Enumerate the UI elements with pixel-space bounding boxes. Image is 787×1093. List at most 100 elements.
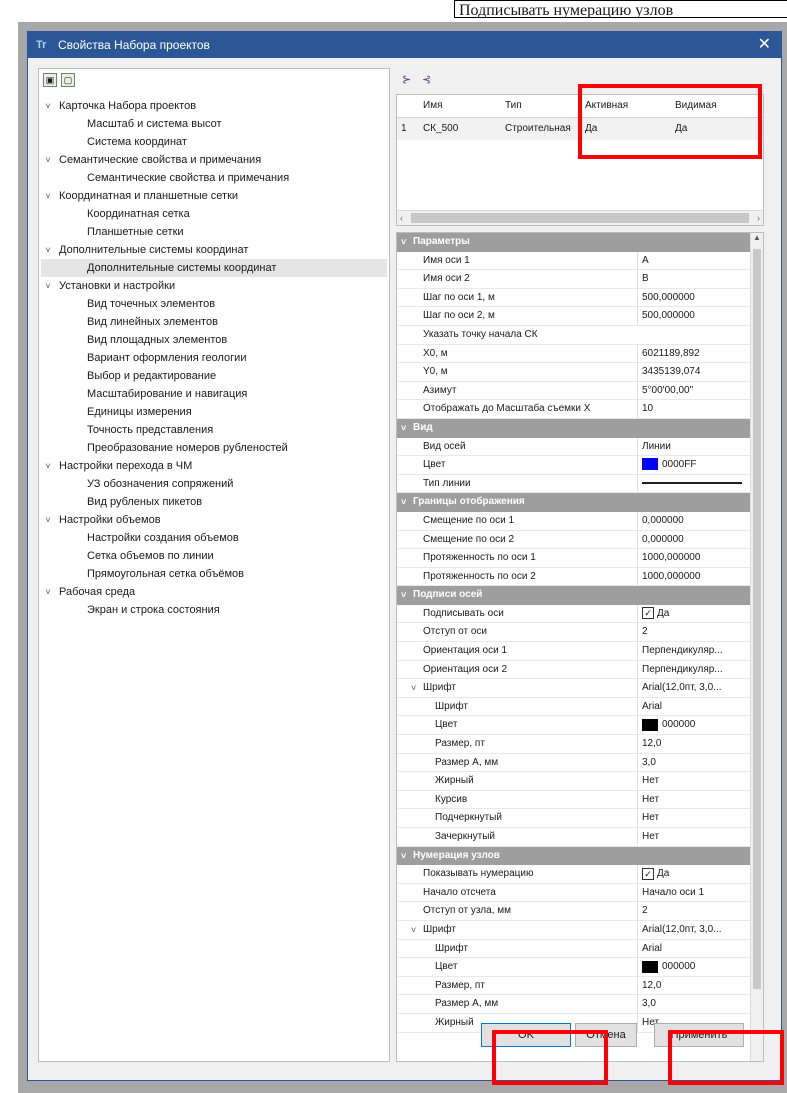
property-row[interactable]: Курсив Нет xyxy=(397,790,763,810)
property-row[interactable]: Шаг по оси 1, м 500,000000 xyxy=(397,288,763,308)
property-row[interactable]: Отступ от оси 2 xyxy=(397,623,763,643)
checkbox[interactable]: ✓ xyxy=(642,867,654,880)
property-value[interactable]: Начало оси 1 xyxy=(637,883,749,902)
property-value[interactable]: 000000 xyxy=(637,716,749,735)
tree-item[interactable]: Планшетные сетки xyxy=(41,223,387,241)
property-value[interactable]: Arial(12,0пт, 3,0... xyxy=(637,679,749,698)
chevron-down-icon[interactable]: ˅ xyxy=(43,151,53,169)
property-row[interactable]: Шрифт Arial xyxy=(397,697,763,717)
tree-item[interactable]: Вид рубленых пикетов xyxy=(41,493,387,511)
property-row[interactable]: ˅ Шрифт Arial(12,0пт, 3,0... xyxy=(397,920,763,940)
property-row[interactable]: X0, м 6021189,892 xyxy=(397,344,763,364)
tree-item[interactable]: Точность представления xyxy=(41,421,387,439)
property-value[interactable]: 3435139,074 xyxy=(637,363,749,382)
property-value[interactable]: Перпендикуляр... xyxy=(637,642,749,661)
chevron-down-icon[interactable]: ˅ xyxy=(401,493,406,511)
property-value[interactable]: Нет xyxy=(637,809,749,828)
chevron-down-icon[interactable]: ˅ xyxy=(43,511,53,529)
tree-item[interactable]: Семантические свойства и примечания xyxy=(41,169,387,187)
property-value[interactable]: Arial xyxy=(637,697,749,716)
chevron-down-icon[interactable]: ˅ xyxy=(411,921,416,939)
property-row[interactable]: ˅ Шрифт Arial(12,0пт, 3,0... xyxy=(397,679,763,698)
property-row[interactable]: Имя оси 1 A xyxy=(397,251,763,271)
tree-group[interactable]: ˅ Установки и настройки xyxy=(41,277,387,295)
cell-name[interactable]: СК_500 xyxy=(419,118,501,140)
cell-type[interactable]: Строительная xyxy=(501,118,581,140)
tree-item[interactable]: Настройки создания объемов xyxy=(41,529,387,547)
tree-item[interactable]: Единицы измерения xyxy=(41,403,387,421)
expand-all-icon[interactable]: ▣ xyxy=(43,73,57,87)
property-value[interactable]: 2 xyxy=(637,902,749,921)
property-row[interactable]: Указать точку начала СК xyxy=(397,326,763,345)
tree-group[interactable]: ˅ Настройки объемов xyxy=(41,511,387,529)
scroll-thumb[interactable] xyxy=(411,213,749,223)
property-row[interactable]: Отступ от узла, мм 2 xyxy=(397,902,763,921)
tree-item[interactable]: Масштаб и система высот xyxy=(41,115,387,133)
tree-item[interactable]: Сетка объемов по линии xyxy=(41,547,387,565)
property-value[interactable]: 500,000000 xyxy=(637,288,749,307)
property-row[interactable]: Шрифт Arial xyxy=(397,939,763,959)
property-value[interactable]: 10 xyxy=(637,400,749,419)
property-row[interactable]: Смещение по оси 1 0,000000 xyxy=(397,511,763,531)
property-value[interactable]: 3,0 xyxy=(637,753,749,772)
horizontal-scrollbar[interactable]: ‹ › xyxy=(397,210,763,225)
tree-item[interactable]: УЗ обозначения сопряжений xyxy=(41,475,387,493)
tree-item[interactable]: Координатная сетка xyxy=(41,205,387,223)
property-value[interactable]: 3,0 xyxy=(637,995,749,1014)
tree-item[interactable]: Вариант оформления геологии xyxy=(41,349,387,367)
property-row[interactable]: Зачеркнутый Нет xyxy=(397,828,763,847)
property-value[interactable]: Arial xyxy=(637,939,749,958)
color-swatch[interactable] xyxy=(642,458,658,471)
property-value[interactable]: 0,000000 xyxy=(637,530,749,549)
chevron-down-icon[interactable]: ˅ xyxy=(43,187,53,205)
chevron-down-icon[interactable]: ˅ xyxy=(43,97,53,115)
property-section[interactable]: ˅ Границы отображения xyxy=(397,493,763,512)
tree-item[interactable]: Система координат xyxy=(41,133,387,151)
column-header[interactable]: Имя xyxy=(419,95,501,117)
property-value[interactable]: Arial(12,0пт, 3,0... xyxy=(637,920,749,939)
column-header[interactable]: Тип xyxy=(501,95,581,117)
property-row[interactable]: Отображать до Масштаба съемки X 10 xyxy=(397,400,763,419)
property-row[interactable]: Цвет 000000 xyxy=(397,716,763,736)
property-row[interactable]: Подчеркнутый Нет xyxy=(397,809,763,828)
property-section[interactable]: ˅ Нумерация узлов xyxy=(397,846,763,866)
chevron-down-icon[interactable]: ˅ xyxy=(43,277,53,295)
property-value[interactable]: 0000FF xyxy=(637,456,749,475)
property-value[interactable]: Нет xyxy=(637,828,749,846)
property-row[interactable]: Цвет 0000FF xyxy=(397,456,763,475)
tree-group[interactable]: ˅ Дополнительные системы координат xyxy=(41,241,387,259)
scroll-up-icon[interactable]: ▲ xyxy=(751,233,763,242)
color-swatch[interactable] xyxy=(642,960,658,973)
chevron-down-icon[interactable]: ˅ xyxy=(401,586,406,604)
property-row[interactable]: Ориентация оси 2 Перпендикуляр... xyxy=(397,660,763,680)
tree-item[interactable]: Выбор и редактирование xyxy=(41,367,387,385)
property-row[interactable]: Вид осей Линии xyxy=(397,437,763,457)
property-value[interactable]: Нет xyxy=(637,790,749,809)
chevron-down-icon[interactable]: ˅ xyxy=(401,847,406,865)
property-row[interactable]: Y0, м 3435139,074 xyxy=(397,363,763,382)
close-icon[interactable]: ✕ xyxy=(758,35,771,55)
property-row[interactable]: Протяженность по оси 1 1000,000000 xyxy=(397,549,763,568)
color-swatch[interactable] xyxy=(642,718,658,731)
add-row-icon[interactable]: ⊱ xyxy=(402,73,416,87)
property-value[interactable]: ✓ Да xyxy=(637,604,749,623)
property-row[interactable]: Цвет 000000 xyxy=(397,958,763,977)
property-value[interactable]: 1000,000000 xyxy=(637,549,749,568)
property-row[interactable]: Показывать нумерацию ✓ Да xyxy=(397,865,763,884)
tree-group[interactable]: ˅ Рабочая среда xyxy=(41,583,387,601)
property-value[interactable]: ✓ Да xyxy=(637,865,749,884)
tree-group[interactable]: ˅ Карточка Набора проектов xyxy=(41,97,387,115)
property-value[interactable]: 6021189,892 xyxy=(637,344,749,363)
property-value[interactable]: 12,0 xyxy=(637,976,749,995)
property-row[interactable]: Размер А, мм 3,0 xyxy=(397,753,763,773)
chevron-down-icon[interactable]: ˅ xyxy=(43,241,53,259)
delete-row-icon[interactable]: ⊰ xyxy=(422,73,436,87)
scroll-left-icon[interactable]: ‹ xyxy=(400,211,403,225)
property-value[interactable] xyxy=(637,474,749,493)
property-row[interactable]: Размер А, мм 3,0 xyxy=(397,995,763,1014)
chevron-down-icon[interactable]: ˅ xyxy=(401,419,406,437)
property-row[interactable]: Шаг по оси 2, м 500,000000 xyxy=(397,307,763,326)
chevron-down-icon[interactable]: ˅ xyxy=(401,233,406,251)
tree-item[interactable]: Масштабирование и навигация xyxy=(41,385,387,403)
property-section[interactable]: ˅ Параметры xyxy=(397,233,763,252)
